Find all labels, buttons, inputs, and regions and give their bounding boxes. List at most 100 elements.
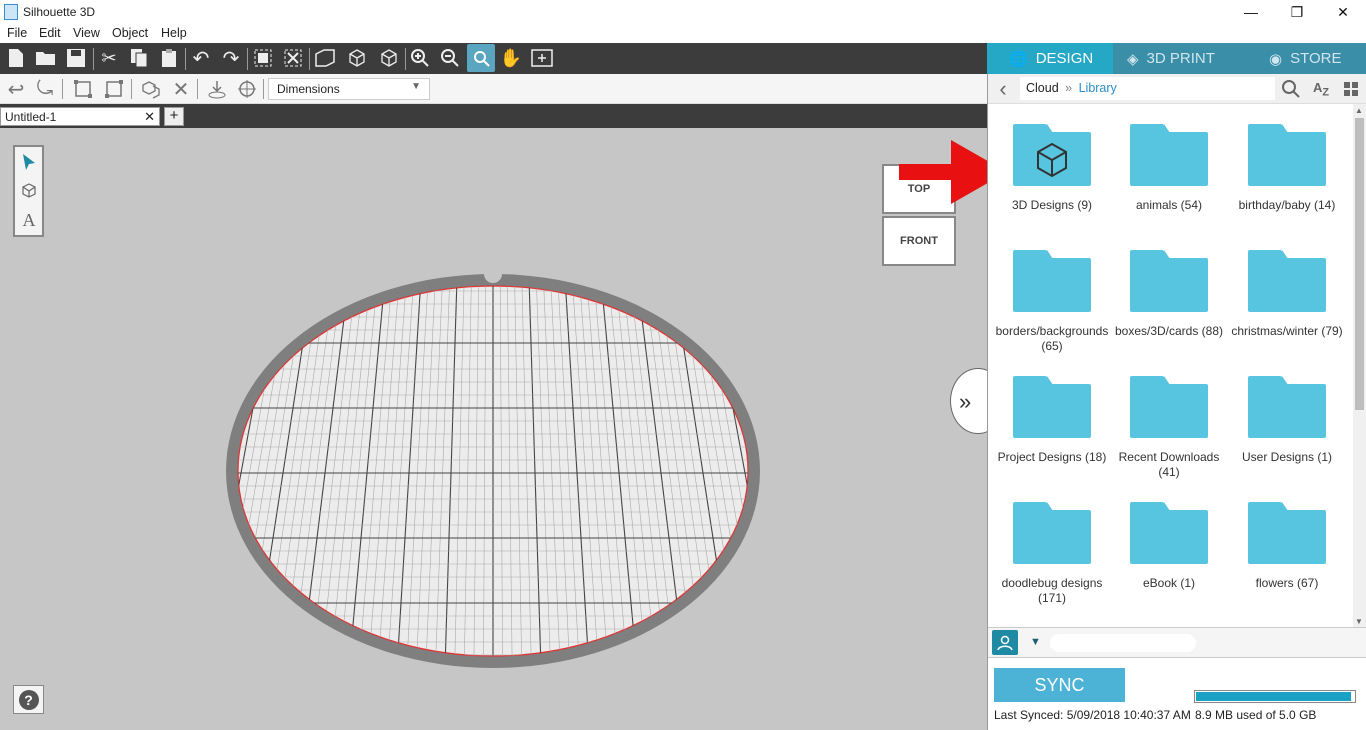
scrollbar-thumb[interactable] xyxy=(1355,118,1364,410)
cube-wireframe-icon[interactable] xyxy=(344,45,370,71)
double-chevron-right-icon: » xyxy=(959,389,972,414)
center-icon[interactable] xyxy=(234,76,260,102)
storage-bar xyxy=(1194,690,1356,703)
panel-scrollbar[interactable]: ▲ ▼ xyxy=(1353,104,1366,627)
cube-tool-icon[interactable] xyxy=(16,178,42,204)
menu-bar: File Edit View Object Help xyxy=(0,24,987,43)
store-s-icon: ◉ xyxy=(1269,50,1283,68)
pan-hand-icon[interactable]: ✋ xyxy=(498,45,524,71)
group-icon[interactable] xyxy=(250,45,276,71)
document-tab[interactable]: Untitled-1 ✕ xyxy=(0,107,160,126)
storage-bar-fill xyxy=(1196,692,1351,701)
folder-item[interactable]: animals (54) xyxy=(1110,124,1228,213)
storage-text: 8.9 MB used of 5.0 GB xyxy=(1195,708,1317,722)
fit-to-page-icon[interactable] xyxy=(529,45,555,71)
folder-item[interactable]: christmas/winter (79) xyxy=(1228,250,1346,339)
user-avatar-icon[interactable] xyxy=(992,630,1018,655)
menu-help[interactable]: Help xyxy=(161,26,187,40)
folder-label: birthday/baby (14) xyxy=(1238,198,1336,212)
sync-button[interactable]: SYNC xyxy=(994,668,1125,702)
breadcrumb-library[interactable]: Library xyxy=(1079,81,1117,95)
menu-file[interactable]: File xyxy=(7,26,27,40)
user-bar: ▼ xyxy=(988,627,1366,657)
rotate-down-icon[interactable]: ⤿ xyxy=(32,76,58,102)
redo-icon[interactable]: ↷ xyxy=(218,45,244,71)
folder-label: flowers (67) xyxy=(1255,576,1319,590)
back-chevron-icon[interactable]: ‹ xyxy=(990,76,1016,102)
close-tab-icon[interactable]: ✕ xyxy=(144,109,155,125)
folder-item[interactable]: User Designs (1) xyxy=(1228,376,1346,465)
resize-icon[interactable] xyxy=(101,76,127,102)
duplicate-cube-icon[interactable] xyxy=(138,76,164,102)
paste-icon[interactable] xyxy=(156,45,182,71)
scroll-up-icon[interactable]: ▲ xyxy=(1355,106,1363,115)
folder-icon xyxy=(1130,250,1208,312)
rotate-left-icon[interactable]: ↩ xyxy=(3,76,29,102)
folder-icon xyxy=(1248,502,1326,564)
drop-to-floor-icon[interactable] xyxy=(204,76,230,102)
maximize-button[interactable]: ❐ xyxy=(1274,0,1320,24)
close-button[interactable]: ✕ xyxy=(1320,0,1366,24)
breadcrumb-cloud[interactable]: Cloud xyxy=(1026,81,1059,95)
add-tab-button[interactable]: + xyxy=(164,107,184,126)
perspective-view-icon[interactable] xyxy=(312,45,338,71)
view-cube-front[interactable]: FRONT xyxy=(882,216,956,266)
menu-edit[interactable]: Edit xyxy=(39,26,61,40)
folder-item[interactable]: 3D Designs (9) xyxy=(993,124,1111,213)
cube-solid-icon[interactable] xyxy=(376,45,402,71)
save-icon[interactable] xyxy=(63,45,89,71)
secondary-toolbar: ↩ ⤿ ✕ xyxy=(0,74,987,104)
globe-icon: 🌐 xyxy=(1009,50,1028,68)
help-icon: ? xyxy=(18,689,39,710)
folder-label: christmas/winter (79) xyxy=(1231,324,1343,338)
help-button[interactable]: ? xyxy=(13,685,44,714)
text-tool-icon[interactable]: A xyxy=(16,207,42,233)
folder-label: Recent Downloads (41) xyxy=(1118,450,1220,479)
grid-view-icon[interactable] xyxy=(1338,76,1364,102)
cut-icon[interactable]: ✂ xyxy=(96,45,122,71)
3d-viewport[interactable]: ? TOP FRONT xyxy=(0,128,1007,730)
delete-icon[interactable]: ✕ xyxy=(168,76,194,102)
folder-item[interactable]: borders/backgrounds (65) xyxy=(993,250,1111,354)
dimensions-select[interactable]: Dimensions ▼ xyxy=(268,78,430,100)
tab-store-label: STORE xyxy=(1290,50,1342,67)
undo-icon[interactable]: ↶ xyxy=(188,45,214,71)
folder-icon xyxy=(1013,124,1091,186)
open-folder-icon[interactable] xyxy=(33,45,59,71)
zoom-in-icon[interactable] xyxy=(407,45,433,71)
folder-label: animals (54) xyxy=(1135,198,1203,212)
folder-icon xyxy=(1013,502,1091,564)
ungroup-icon[interactable] xyxy=(280,45,306,71)
search-icon[interactable] xyxy=(1278,76,1304,102)
folder-label: eBook (1) xyxy=(1142,576,1196,590)
folder-item[interactable]: flowers (67) xyxy=(1228,502,1346,591)
tab-design[interactable]: 🌐 DESIGN xyxy=(987,43,1113,74)
sort-az-icon[interactable]: AZ xyxy=(1308,76,1334,102)
scale-icon[interactable] xyxy=(70,76,96,102)
folder-item[interactable]: Recent Downloads (41) xyxy=(1110,376,1228,480)
app-icon xyxy=(4,4,18,20)
folder-icon xyxy=(1013,376,1091,438)
main-toolbar: ✂ ↶ ↷ ✋ xyxy=(0,43,987,74)
folder-label: doodlebug designs (171) xyxy=(1001,576,1103,605)
folder-icon xyxy=(1130,502,1208,564)
copy-icon[interactable] xyxy=(126,45,152,71)
menu-object[interactable]: Object xyxy=(112,26,148,40)
folder-grid: 3D Designs (9) animals (54) birthday/baby … xyxy=(988,104,1353,627)
zoom-fit-icon[interactable] xyxy=(467,44,495,72)
folder-item[interactable]: boxes/3D/cards (88) xyxy=(1110,250,1228,339)
tab-store[interactable]: ◉ STORE xyxy=(1269,43,1342,74)
menu-view[interactable]: View xyxy=(73,26,100,40)
folder-item[interactable]: birthday/baby (14) xyxy=(1228,124,1346,213)
tab-3d-print[interactable]: ◈ 3D PRINT xyxy=(1127,43,1215,74)
scroll-down-icon[interactable]: ▼ xyxy=(1355,617,1363,626)
folder-item[interactable]: doodlebug designs (171) xyxy=(993,502,1111,606)
minimize-button[interactable]: — xyxy=(1228,0,1274,24)
zoom-out-icon[interactable] xyxy=(437,45,463,71)
folder-item[interactable]: eBook (1) xyxy=(1110,502,1228,591)
folder-icon xyxy=(1130,376,1208,438)
account-dropdown-icon[interactable]: ▼ xyxy=(1030,636,1041,648)
select-arrow-icon[interactable] xyxy=(16,149,42,175)
new-file-icon[interactable] xyxy=(3,45,29,71)
folder-item[interactable]: Project Designs (18) xyxy=(993,376,1111,465)
